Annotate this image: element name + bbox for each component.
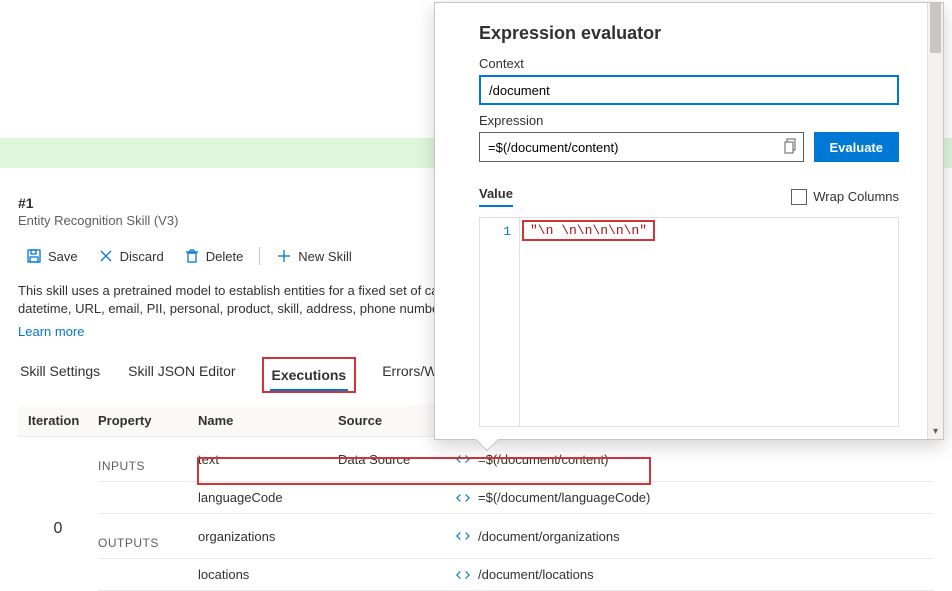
new-skill-button[interactable]: New Skill	[268, 244, 359, 268]
trash-icon	[184, 248, 200, 264]
executions-highlight: Executions	[262, 357, 357, 393]
line-gutter: 1	[480, 218, 520, 426]
expression-label: Expression	[479, 113, 899, 128]
learn-more-link[interactable]: Learn more	[18, 324, 84, 339]
toolbar-separator	[259, 247, 260, 265]
header-source: Source	[338, 413, 448, 428]
save-label: Save	[48, 249, 78, 264]
wrap-columns-checkbox[interactable]: Wrap Columns	[791, 189, 899, 205]
evaluate-button[interactable]: Evaluate	[814, 132, 899, 162]
save-button[interactable]: Save	[18, 244, 86, 268]
evaluator-scrollbar[interactable]: ▴ ▾	[927, 3, 943, 439]
value-output: 1 "\n \n\n\n\n\n"	[479, 217, 899, 427]
outputs-label: OUTPUTS	[98, 522, 198, 550]
discard-button[interactable]: Discard	[90, 244, 172, 268]
value-highlight: "\n \n\n\n\n\n"	[522, 220, 655, 241]
header-name: Name	[198, 413, 338, 428]
context-label: Context	[479, 56, 899, 71]
header-property: Property	[98, 413, 198, 428]
value-tab[interactable]: Value	[479, 186, 513, 207]
row-path: =$(/document/content)	[478, 452, 934, 467]
tab-executions[interactable]: Executions	[270, 361, 349, 389]
table-row[interactable]: OUTPUTS organizations /document/organiza…	[98, 514, 934, 559]
tab-skill-settings[interactable]: Skill Settings	[18, 357, 102, 393]
header-iteration: Iteration	[18, 413, 98, 428]
expression-evaluator-popover: Expression evaluator Context Expression …	[434, 2, 944, 440]
expression-input[interactable]	[479, 132, 804, 162]
save-icon	[26, 248, 42, 264]
plus-icon	[276, 248, 292, 264]
table-row[interactable]: languageCode =$(/document/languageCode)	[98, 482, 934, 514]
row-name: text	[198, 452, 338, 467]
delete-button[interactable]: Delete	[176, 244, 252, 268]
row-name: locations	[198, 567, 338, 582]
discard-label: Discard	[120, 249, 164, 264]
wrap-columns-label: Wrap Columns	[813, 189, 899, 204]
scroll-down-icon[interactable]: ▾	[928, 423, 943, 439]
new-skill-label: New Skill	[298, 249, 351, 264]
inputs-label: INPUTS	[98, 445, 198, 473]
row-path: /document/locations	[478, 567, 934, 582]
row-path: /document/organizations	[478, 529, 934, 544]
grid-body: 0 INPUTS text Data Source =$(/document/c…	[18, 437, 934, 591]
context-input[interactable]	[479, 75, 899, 105]
iteration-value: 0	[18, 437, 98, 591]
code-icon[interactable]	[448, 492, 478, 504]
row-name: languageCode	[198, 490, 338, 505]
value-code[interactable]: "\n \n\n\n\n\n"	[520, 218, 898, 426]
delete-label: Delete	[206, 249, 244, 264]
code-icon[interactable]	[448, 453, 478, 465]
code-icon[interactable]	[448, 530, 478, 542]
tab-skill-json[interactable]: Skill JSON Editor	[126, 357, 237, 393]
table-row[interactable]: locations /document/locations	[98, 559, 934, 591]
row-path: =$(/document/languageCode)	[478, 490, 934, 505]
code-icon[interactable]	[448, 569, 478, 581]
scroll-thumb[interactable]	[930, 3, 941, 53]
row-name: organizations	[198, 529, 338, 544]
copy-icon[interactable]	[784, 138, 798, 157]
checkbox-icon	[791, 189, 807, 205]
table-row[interactable]: INPUTS text Data Source =$(/document/con…	[98, 437, 934, 482]
close-icon	[98, 248, 114, 264]
evaluator-title: Expression evaluator	[479, 23, 899, 44]
row-source: Data Source	[338, 452, 448, 467]
